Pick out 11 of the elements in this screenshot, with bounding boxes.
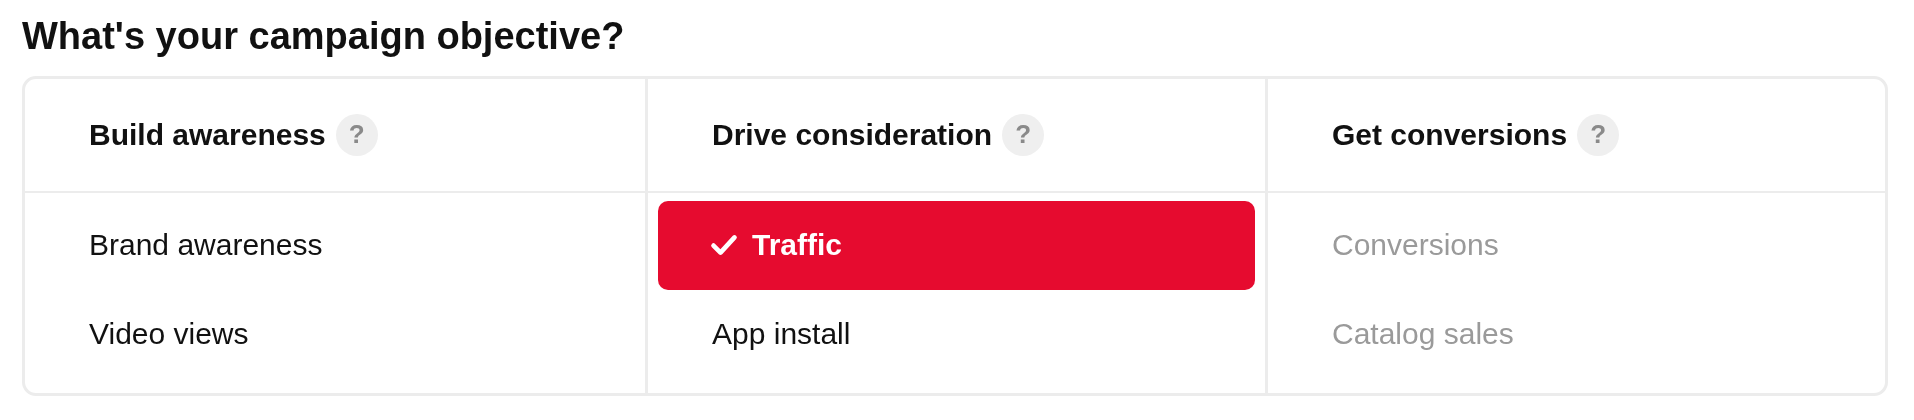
objective-option[interactable]: Video views bbox=[35, 289, 635, 379]
objective-option[interactable]: Brand awareness bbox=[35, 200, 635, 290]
help-icon[interactable]: ? bbox=[1002, 113, 1045, 156]
objective-option[interactable]: App install bbox=[658, 289, 1255, 379]
column-heading: Drive consideration bbox=[712, 117, 993, 152]
column-heading: Get conversions bbox=[1332, 117, 1568, 152]
help-icon[interactable]: ? bbox=[1577, 113, 1620, 156]
objective-option[interactable]: Traffic bbox=[658, 200, 1255, 290]
help-icon[interactable]: ? bbox=[335, 113, 378, 156]
page-title: What's your campaign objective? bbox=[22, 14, 626, 59]
column-heading: Build awareness bbox=[89, 117, 326, 152]
